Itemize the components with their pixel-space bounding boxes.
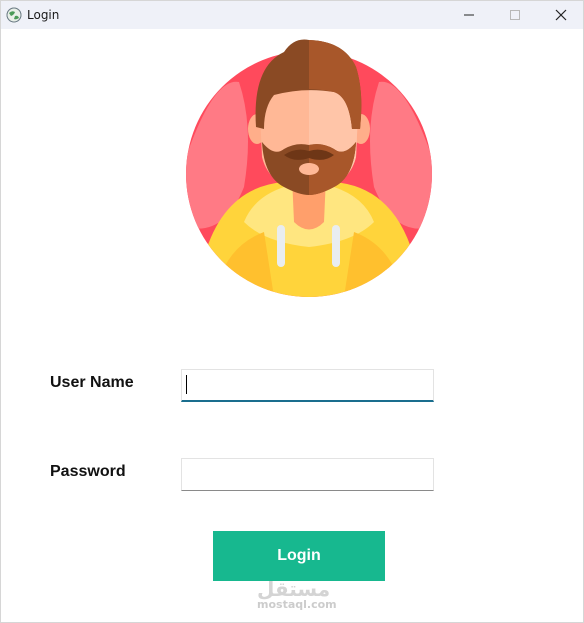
- maximize-icon: [510, 10, 520, 20]
- close-button[interactable]: [538, 1, 583, 29]
- password-field[interactable]: [181, 458, 434, 491]
- bearded-man-avatar-icon: [186, 39, 432, 297]
- login-window: Login User Name Password Login مستقل mos…: [0, 0, 584, 623]
- title-bar[interactable]: Login: [1, 1, 583, 29]
- watermark-latin: mostaql.com: [257, 598, 337, 611]
- username-label: User Name: [50, 374, 134, 391]
- password-label: Password: [50, 463, 126, 480]
- username-field[interactable]: [181, 369, 434, 402]
- minimize-icon: [464, 14, 474, 16]
- maximize-button[interactable]: [492, 1, 538, 29]
- close-icon: [555, 9, 567, 21]
- app-globe-icon: [6, 7, 22, 23]
- text-caret: [186, 375, 187, 394]
- window-title: Login: [27, 8, 60, 22]
- username-input[interactable]: [182, 370, 433, 400]
- login-button[interactable]: Login: [213, 531, 385, 581]
- user-avatar: [184, 37, 434, 297]
- watermark: مستقل mostaql.com: [257, 577, 337, 615]
- password-input[interactable]: [182, 459, 433, 490]
- watermark-arabic: مستقل: [257, 577, 331, 601]
- minimize-button[interactable]: [446, 1, 492, 29]
